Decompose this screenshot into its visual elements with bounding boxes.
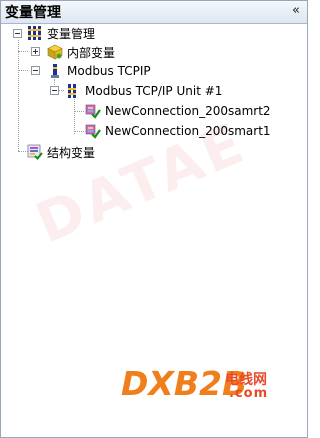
connection-check-icon — [85, 123, 101, 139]
cube-icon — [47, 44, 63, 60]
expand-toggle[interactable] — [31, 47, 40, 56]
collapse-panel-button[interactable]: « — [289, 4, 303, 18]
site-logo: DXB2B 电线网 .com — [121, 364, 311, 412]
tree-line — [74, 131, 84, 132]
tree-node-label: Modbus TCPIP — [67, 64, 151, 78]
tree-node-label: 变量管理 — [47, 26, 96, 41]
tree-node-connection[interactable]: NewConnection_200smart1 — [85, 122, 271, 140]
variable-table-icon — [65, 83, 81, 99]
tree-node-connection[interactable]: NewConnection_200samrt2 — [85, 102, 271, 120]
panel-title: 变量管理 — [5, 5, 61, 21]
tree-node-label: 内部变量 — [67, 45, 116, 60]
tree-node-modbus-unit[interactable]: Modbus TCP/IP Unit #1 — [65, 82, 222, 100]
tree-node-internal-vars[interactable]: 内部变量 — [47, 43, 115, 61]
connection-check-icon — [85, 103, 101, 119]
tree-line — [74, 111, 84, 112]
tree-node-label: NewConnection_200samrt2 — [105, 104, 271, 118]
collapse-toggle[interactable] — [50, 86, 59, 95]
tree-node-label: NewConnection_200smart1 — [105, 124, 271, 138]
tree-node-root[interactable]: 变量管理 — [27, 24, 95, 42]
tree-node-label: 结构变量 — [47, 145, 96, 160]
tree-node-struct-vars[interactable]: 结构变量 — [27, 143, 95, 161]
panel-header: 变量管理 « — [1, 1, 307, 24]
tree-line — [18, 70, 28, 71]
tree-node-modbus-tcpip[interactable]: Modbus TCPIP — [47, 62, 151, 80]
tree-line — [18, 40, 19, 151]
tree-line — [74, 99, 75, 134]
tree-line — [18, 51, 28, 52]
variable-table-icon — [27, 25, 43, 41]
collapse-toggle[interactable] — [13, 29, 22, 38]
collapse-toggle[interactable] — [31, 66, 40, 75]
driver-icon — [47, 63, 63, 79]
structure-icon — [27, 144, 43, 160]
tree-node-label: Modbus TCP/IP Unit #1 — [85, 84, 223, 98]
logo-com-text: .com — [229, 386, 269, 401]
variable-panel: 变量管理 « DATAE 变量管理 内部变量 Modbus TCPIP Modb… — [0, 0, 308, 438]
